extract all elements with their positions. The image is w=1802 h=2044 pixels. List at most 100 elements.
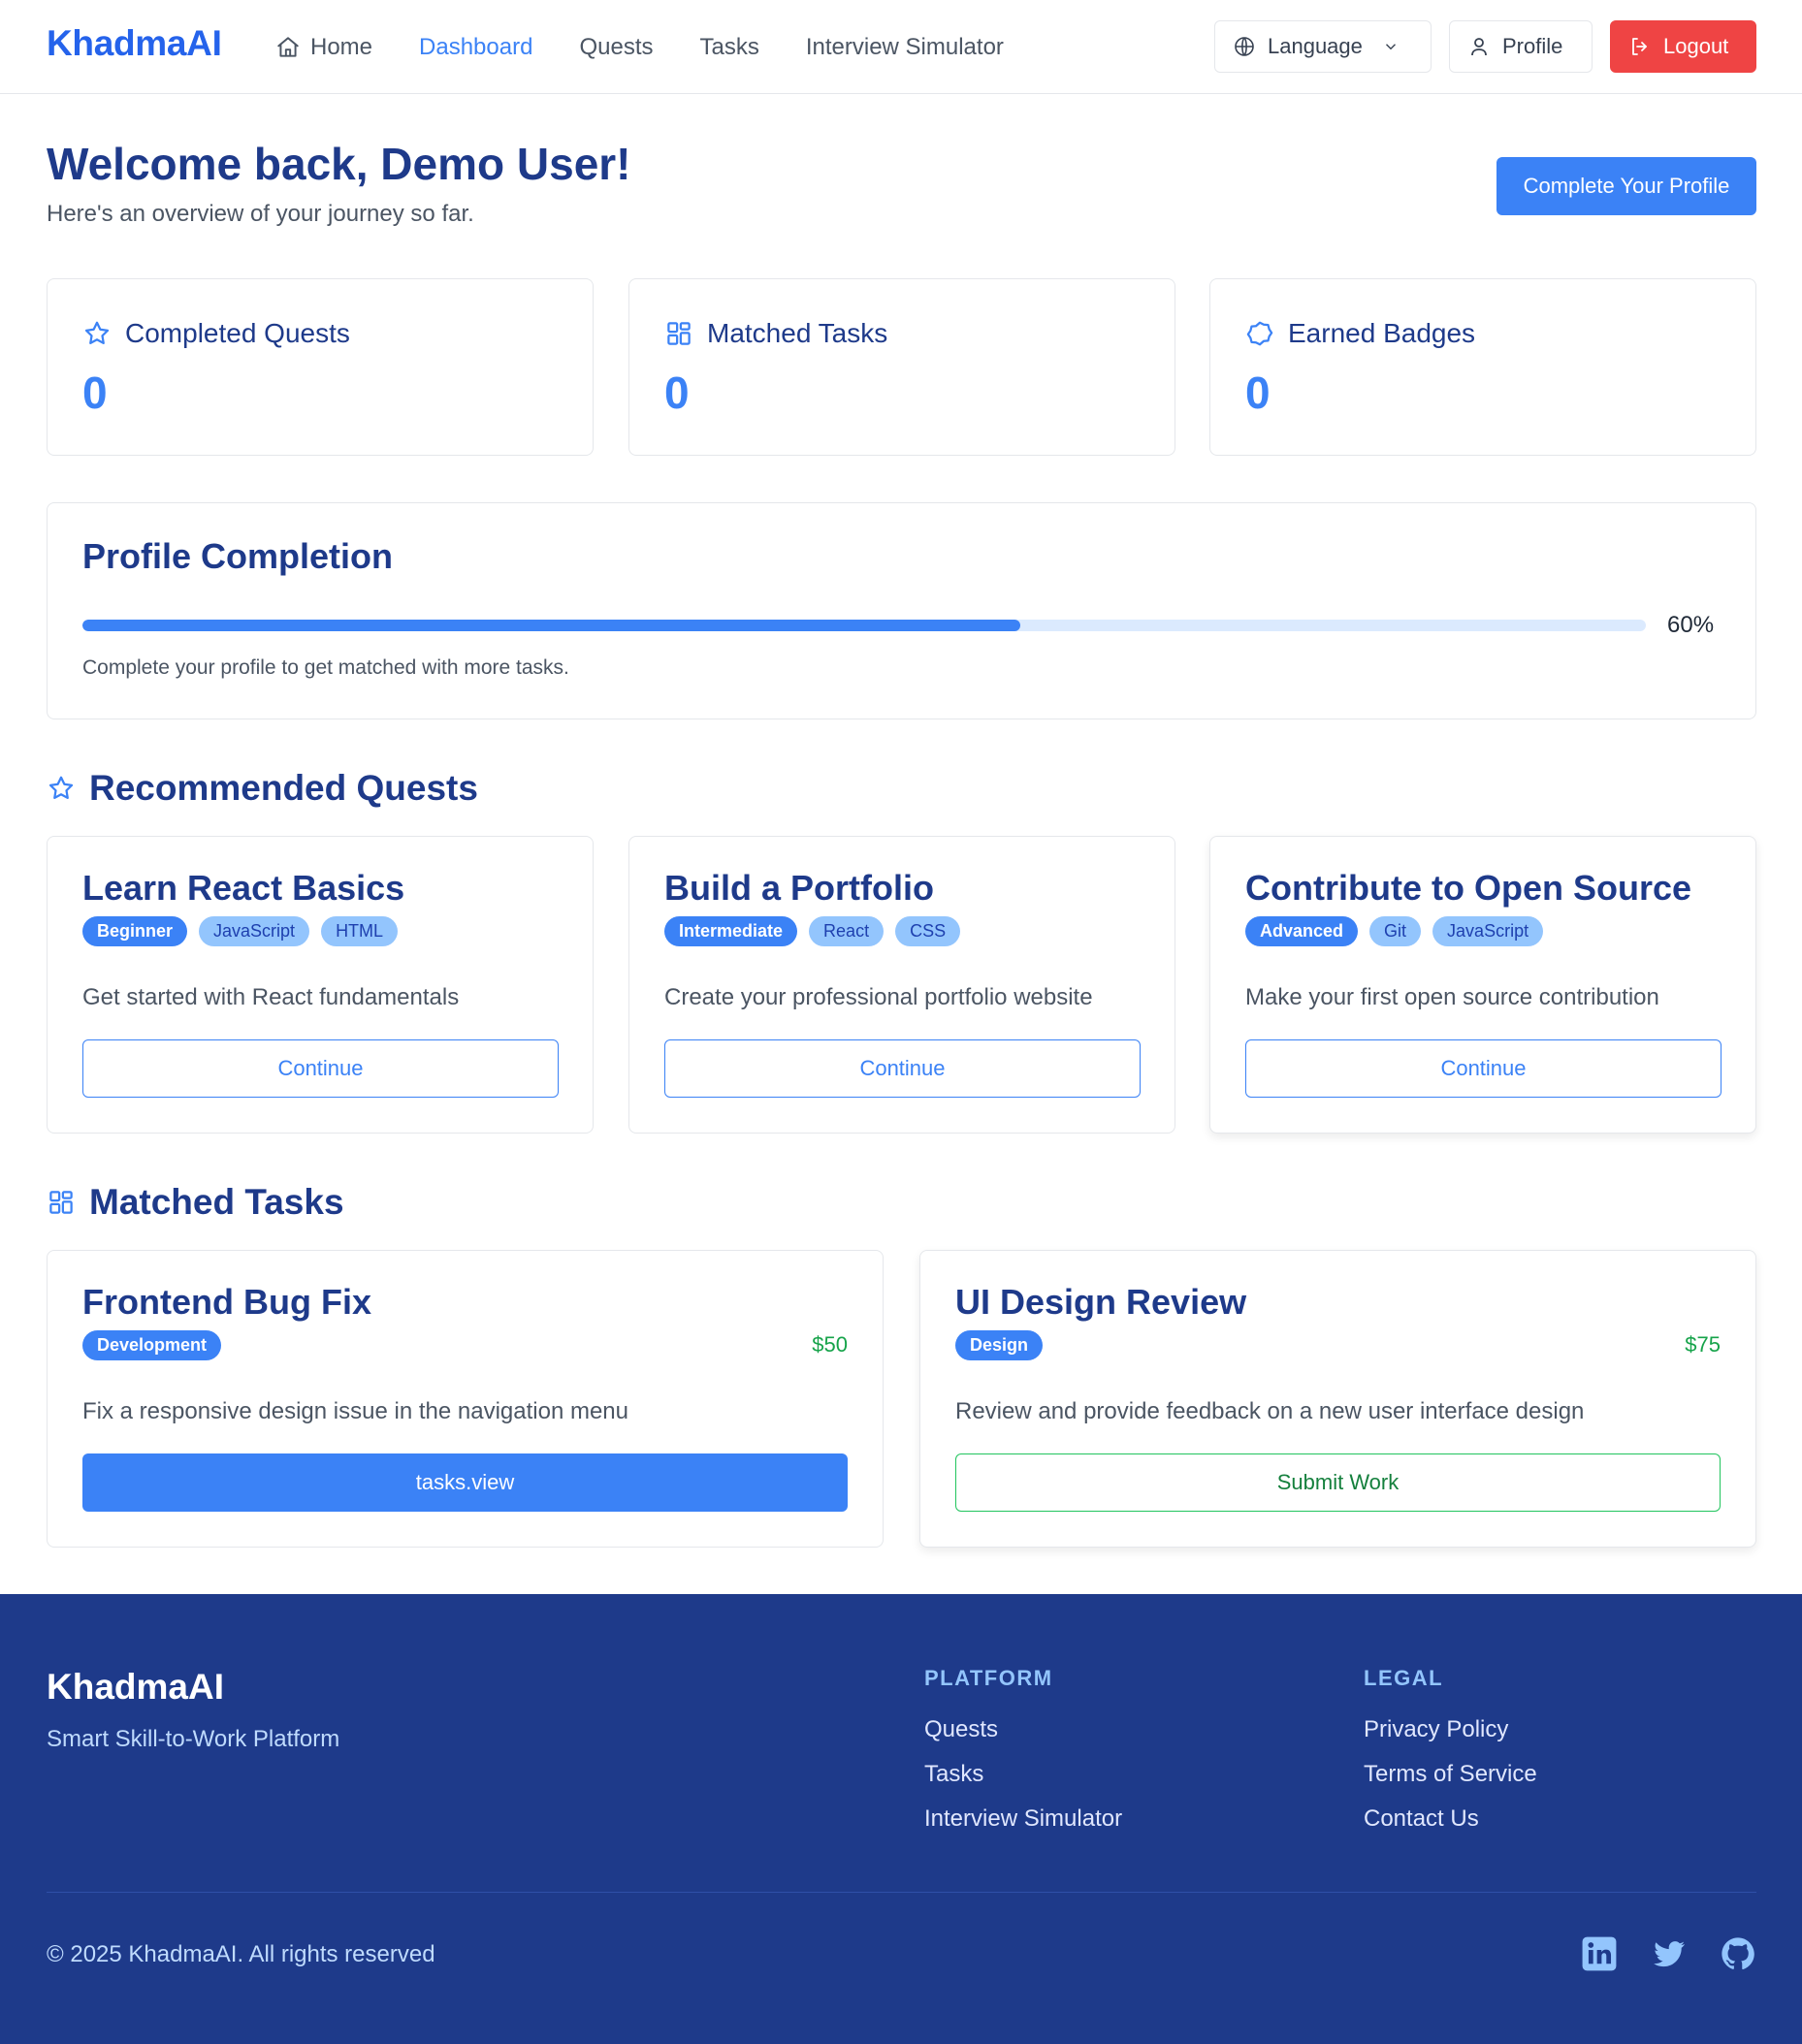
twitter-icon	[1654, 1941, 1685, 1967]
skill-tag: CSS	[895, 916, 961, 946]
quest-card: Build a Portfolio Intermediate React CSS…	[628, 836, 1175, 1134]
footer-column-title: PLATFORM	[924, 1666, 1053, 1690]
stat-title: Matched Tasks	[664, 318, 887, 349]
level-badge: Advanced	[1245, 916, 1359, 946]
footer-tagline: Smart Skill-to-Work Platform	[47, 1726, 340, 1752]
top-navbar: KhadmaAI Home Dashboard Quests Tasks Int…	[0, 0, 1802, 94]
stat-value: 0	[1245, 367, 1271, 418]
quest-tags: Beginner JavaScript HTML	[82, 916, 399, 946]
logout-button[interactable]: Logout	[1610, 20, 1756, 73]
view-task-button[interactable]: tasks.view	[82, 1453, 848, 1512]
profile-button[interactable]: Profile	[1449, 20, 1593, 73]
profile-completion-note: Complete your profile to get matched wit…	[82, 656, 569, 679]
home-icon	[277, 36, 299, 57]
progress-percent: 60%	[1667, 612, 1715, 638]
submit-work-button[interactable]: Submit Work	[955, 1453, 1721, 1512]
nav-home[interactable]: Home	[275, 34, 372, 61]
footer-link-privacy-policy[interactable]: Privacy Policy	[1364, 1716, 1537, 1743]
quest-card: Contribute to Open Source Advanced Git J…	[1209, 836, 1756, 1134]
github-link[interactable]	[1720, 1935, 1756, 1972]
continue-button[interactable]: Continue	[82, 1039, 559, 1098]
progress-bar	[82, 620, 1646, 631]
stat-card-earned-badges: Earned Badges 0	[1209, 278, 1756, 456]
progress-bar-fill	[82, 620, 1021, 631]
main-nav: Home Dashboard Quests Tasks Interview Si…	[275, 0, 1050, 94]
stat-card-completed-quests: Completed Quests 0	[47, 278, 594, 456]
matched-tasks-heading: Matched Tasks	[47, 1182, 344, 1223]
profile-label: Profile	[1502, 34, 1563, 58]
continue-button[interactable]: Continue	[1245, 1039, 1722, 1098]
level-badge: Intermediate	[664, 916, 798, 946]
task-tags: Development	[82, 1330, 222, 1360]
task-price: $50	[812, 1332, 848, 1357]
star-icon	[84, 321, 110, 344]
task-card: UI Design Review Design $75 Review and p…	[919, 1250, 1756, 1548]
nav-tasks[interactable]: Tasks	[699, 34, 758, 61]
twitter-link[interactable]	[1651, 1935, 1688, 1972]
page-title: Welcome back, Demo User!	[47, 139, 631, 189]
profile-completion-card: Profile Completion 60% Complete your pro…	[47, 502, 1756, 719]
task-title: UI Design Review	[955, 1282, 1247, 1322]
star-icon	[48, 776, 74, 799]
footer-logo: KhadmaAI	[47, 1667, 224, 1707]
skill-tag: HTML	[321, 916, 399, 946]
stat-label: Matched Tasks	[707, 318, 888, 348]
github-icon	[1722, 1937, 1754, 1970]
footer-link-contact[interactable]: Contact Us	[1364, 1805, 1537, 1833]
quest-title: Learn React Basics	[82, 868, 405, 908]
nav-dashboard[interactable]: Dashboard	[419, 34, 532, 61]
skill-tag: JavaScript	[1432, 916, 1544, 946]
recommended-quests-heading: Recommended Quests	[47, 768, 478, 809]
skill-tag: React	[809, 916, 885, 946]
grid-icon	[667, 322, 691, 345]
stat-title: Earned Badges	[1245, 318, 1475, 349]
quest-description: Create your professional portfolio websi…	[664, 984, 1093, 1010]
logout-icon	[1632, 38, 1647, 55]
footer-platform-column: PLATFORM Quests Tasks Interview Simulato…	[924, 1666, 1122, 1850]
quest-description: Get started with React fundamentals	[82, 984, 460, 1010]
task-price: $75	[1685, 1332, 1721, 1357]
user-icon	[1471, 38, 1487, 56]
stat-title: Completed Quests	[82, 318, 350, 349]
page-subtitle: Here's an overview of your journey so fa…	[47, 201, 474, 227]
section-title-label: Recommended Quests	[89, 768, 478, 808]
chevron-down-icon	[1385, 44, 1396, 50]
stat-label: Earned Badges	[1288, 318, 1476, 348]
section-title-label: Matched Tasks	[89, 1182, 344, 1222]
nav-home-label: Home	[310, 33, 373, 60]
badge-icon	[1246, 321, 1273, 346]
quest-card: Learn React Basics Beginner JavaScript H…	[47, 836, 594, 1134]
footer-legal-column: LEGAL Privacy Policy Terms of Service Co…	[1364, 1666, 1537, 1850]
footer-link-interview-simulator[interactable]: Interview Simulator	[924, 1805, 1122, 1833]
stat-value: 0	[664, 367, 690, 418]
quest-tags: Intermediate React CSS	[664, 916, 961, 946]
footer-link-terms[interactable]: Terms of Service	[1364, 1761, 1537, 1788]
quest-description: Make your first open source contribution	[1245, 984, 1659, 1010]
nav-interview-simulator[interactable]: Interview Simulator	[806, 34, 1004, 61]
footer-link-tasks[interactable]: Tasks	[924, 1761, 1122, 1788]
nav-quests[interactable]: Quests	[579, 34, 653, 61]
skill-tag: JavaScript	[199, 916, 310, 946]
stat-value: 0	[82, 367, 108, 418]
level-badge: Beginner	[82, 916, 188, 946]
quest-tags: Advanced Git JavaScript	[1245, 916, 1544, 946]
quest-title: Build a Portfolio	[664, 868, 934, 908]
task-description: Fix a responsive design issue in the nav…	[82, 1398, 628, 1424]
footer-divider	[47, 1892, 1756, 1893]
stat-card-matched-tasks: Matched Tasks 0	[628, 278, 1175, 456]
language-dropdown[interactable]: Language	[1214, 20, 1432, 73]
linkedin-link[interactable]	[1581, 1935, 1618, 1972]
continue-button[interactable]: Continue	[664, 1039, 1141, 1098]
profile-completion-title: Profile Completion	[82, 536, 394, 576]
footer-column-title: LEGAL	[1364, 1666, 1444, 1690]
footer-link-quests[interactable]: Quests	[924, 1716, 1122, 1743]
category-badge: Development	[82, 1330, 222, 1360]
logout-label: Logout	[1663, 34, 1729, 58]
task-tags: Design	[955, 1330, 1044, 1360]
task-description: Review and provide feedback on a new use…	[955, 1398, 1585, 1424]
category-badge: Design	[955, 1330, 1044, 1360]
linkedin-icon	[1582, 1936, 1617, 1971]
app-logo[interactable]: KhadmaAI	[47, 23, 222, 64]
task-card: Frontend Bug Fix Development $50 Fix a r…	[47, 1250, 884, 1548]
complete-profile-button[interactable]: Complete Your Profile	[1496, 157, 1756, 215]
